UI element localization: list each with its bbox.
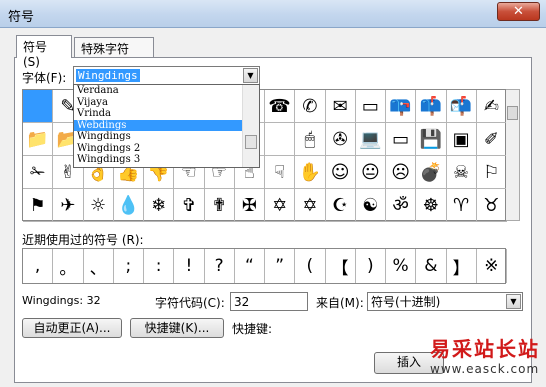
recent-symbol[interactable]: ” <box>265 249 296 283</box>
symbol-cell[interactable]: ☟ <box>265 156 296 189</box>
symbol-cell[interactable]: ▭ <box>355 90 386 123</box>
symbol-cell[interactable]: ✟ <box>204 189 235 222</box>
symbol-cell[interactable]: ☼ <box>83 189 114 222</box>
symbol-cell[interactable]: ☎ <box>265 90 296 123</box>
recent-symbol[interactable]: % <box>386 249 417 283</box>
symbol-cell[interactable]: ✡ <box>265 189 296 222</box>
symbol-cell[interactable]: ✞ <box>174 189 205 222</box>
symbol-cell[interactable]: ♈ <box>446 189 477 222</box>
symbol-cell[interactable]: ✐ <box>476 123 507 156</box>
font-option-vijaya[interactable]: Vijaya <box>74 97 242 109</box>
from-select-value: 符号(十进制) <box>371 295 441 309</box>
window-title: 符号 <box>8 10 35 25</box>
symbol-name-label: Wingdings: 32 <box>22 294 101 307</box>
chevron-down-icon[interactable]: ▼ <box>243 68 258 83</box>
recent-symbol[interactable]: ? <box>205 249 235 283</box>
symbol-cell[interactable]: ॐ <box>386 189 417 222</box>
symbol-cell[interactable]: ☠ <box>446 156 477 189</box>
recent-symbols-label: 近期使用过的符号 (R): <box>22 233 144 247</box>
font-dropdown-list[interactable]: Verdana Vijaya Vrinda Webdings Wingdings… <box>73 84 260 168</box>
symbol-grid-scrollbar[interactable] <box>506 89 520 221</box>
recent-symbol[interactable]: & <box>416 249 447 283</box>
symbol-cell[interactable]: ▣ <box>446 123 477 156</box>
symbol-cell[interactable] <box>23 90 54 123</box>
tab-symbols[interactable]: 符号 (S) <box>16 35 72 69</box>
symbol-cell[interactable]: ♉ <box>476 189 507 222</box>
font-label: 字体(F): <box>22 71 67 85</box>
from-select[interactable]: 符号(十进制) ▼ <box>367 292 523 311</box>
font-option-verdana[interactable]: Verdana <box>74 85 242 97</box>
symbol-cell[interactable]: ✋ <box>295 156 326 189</box>
symbol-cell[interactable]: ☪ <box>325 189 356 222</box>
symbol-cell[interactable]: 💾 <box>416 123 447 156</box>
symbol-cell[interactable]: ✡ <box>295 189 326 222</box>
recent-symbol[interactable]: “ <box>235 249 265 283</box>
from-label: 来自(M): <box>316 296 364 310</box>
symbol-cell[interactable]: ✇ <box>325 123 356 156</box>
font-select[interactable]: Wingdings ▼ <box>73 66 260 85</box>
symbol-cell[interactable]: 📪 <box>386 90 417 123</box>
recent-symbol[interactable]: 。 <box>53 249 84 283</box>
symbol-cell[interactable]: ☺ <box>325 156 356 189</box>
symbol-cell[interactable]: 💣 <box>416 156 447 189</box>
recent-symbol[interactable]: 】 <box>447 249 477 283</box>
symbol-cell[interactable]: ✍ <box>476 90 507 123</box>
recent-symbol[interactable]: ! <box>174 249 205 283</box>
font-option-wingdings[interactable]: Wingdings <box>74 131 242 143</box>
symbol-cell[interactable]: ▭ <box>386 123 417 156</box>
symbol-cell[interactable]: ✠ <box>234 189 265 222</box>
chevron-down-icon[interactable]: ▼ <box>506 294 521 309</box>
symbol-cell[interactable]: ✉ <box>325 90 356 123</box>
recent-symbol[interactable]: ) <box>356 249 386 283</box>
char-code-label: 字符代码(C): <box>155 296 225 310</box>
title-bar: 符号 ✕ <box>0 0 546 28</box>
font-option-webdings[interactable]: Webdings <box>74 119 242 131</box>
recent-symbols-grid[interactable]: , 。 、 ; : ! ? “ ” ( 【 ) % & 】 ※ <box>22 248 507 284</box>
shortcut-label: 快捷键: <box>232 322 273 336</box>
dropdown-scroll-thumb[interactable] <box>245 135 257 149</box>
symbol-cell[interactable]: ☯ <box>355 189 386 222</box>
tab-special-characters[interactable]: 特殊字符 (P) <box>74 37 154 71</box>
symbol-cell[interactable]: 😐 <box>355 156 386 189</box>
dropdown-scrollbar[interactable] <box>242 85 259 167</box>
char-code-input[interactable]: 32 <box>230 292 308 311</box>
symbol-cell[interactable] <box>265 123 296 156</box>
symbol-cell[interactable]: 📬 <box>446 90 477 123</box>
symbol-cell[interactable]: ✆ <box>295 90 326 123</box>
symbol-cell[interactable]: 🖱 <box>295 123 326 156</box>
shortcut-key-button[interactable]: 快捷键(K)... <box>130 318 224 338</box>
symbol-cell[interactable]: ⚐ <box>476 156 507 189</box>
symbol-cell[interactable]: 📫 <box>416 90 447 123</box>
symbol-cell[interactable]: 💻 <box>355 123 386 156</box>
symbol-cell[interactable]: ✁ <box>23 156 54 189</box>
symbol-cell[interactable]: ❄ <box>144 189 175 222</box>
font-option-wingdings-3[interactable]: Wingdings 3 <box>74 154 242 166</box>
font-option-vrinda[interactable]: Vrinda <box>74 108 242 120</box>
symbol-cell[interactable]: ☹ <box>386 156 417 189</box>
symbol-cell[interactable]: ⚑ <box>23 189 54 222</box>
scroll-thumb[interactable] <box>507 106 518 120</box>
symbol-cell[interactable]: 📁 <box>23 123 54 156</box>
symbol-cell[interactable]: ✈ <box>53 189 84 222</box>
symbol-cell[interactable]: 💧 <box>113 189 144 222</box>
font-option-wingdings-2[interactable]: Wingdings 2 <box>74 143 242 155</box>
font-select-value: Wingdings <box>76 69 140 82</box>
recent-symbol[interactable]: ※ <box>477 249 507 283</box>
symbol-cell[interactable]: ☸ <box>416 189 447 222</box>
watermark-brand: 易采站长站 <box>430 337 540 361</box>
recent-symbol[interactable]: ( <box>295 249 326 283</box>
recent-symbol[interactable]: 【 <box>326 249 356 283</box>
recent-symbol[interactable]: ; <box>114 249 144 283</box>
close-button[interactable]: ✕ <box>497 2 540 21</box>
watermark-url: www.easck.com <box>430 362 540 376</box>
recent-symbol[interactable]: : <box>144 249 175 283</box>
autocorrect-button[interactable]: 自动更正(A)... <box>22 318 122 338</box>
recent-symbol[interactable]: 、 <box>84 249 114 283</box>
recent-symbol[interactable]: , <box>23 249 54 283</box>
